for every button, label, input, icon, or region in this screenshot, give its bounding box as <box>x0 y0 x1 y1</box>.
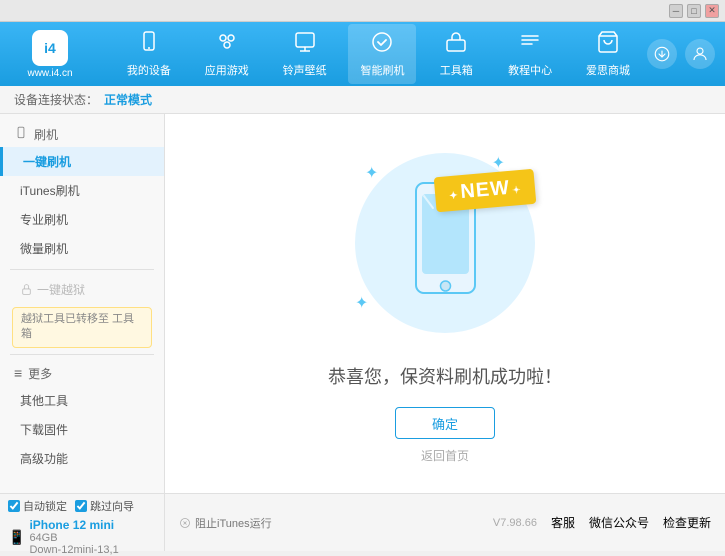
nav-shop-icon <box>596 30 620 60</box>
flash-section-label: 刷机 <box>34 126 58 143</box>
sidebar-divider-2 <box>10 354 154 355</box>
success-text: 恭喜您，保资料刷机成功啦！ <box>328 363 562 389</box>
device-phone-icon: 📱 <box>8 529 25 546</box>
nav-apps-label: 应用游戏 <box>205 62 249 78</box>
skip-wizard-label: 跳过向导 <box>90 498 134 514</box>
user-button[interactable] <box>685 39 715 69</box>
sidebar-section-more: ≡ 更多 <box>0 361 164 386</box>
nav-my-device[interactable]: 我的设备 <box>115 24 183 84</box>
sidebar-section-jailbreak: 一键越狱 <box>0 276 164 303</box>
nav-toolbox-icon <box>444 30 468 60</box>
sidebar-item-itunes-flash[interactable]: iTunes刷机 <box>0 176 164 205</box>
sparkle-1: ✦ <box>365 163 378 183</box>
minimize-button[interactable]: ─ <box>669 4 683 18</box>
download-button[interactable] <box>647 39 677 69</box>
logo-icon: i4 <box>32 30 68 66</box>
nav-shop-label: 爱思商城 <box>586 62 630 78</box>
nav-toolbox-label: 工具箱 <box>440 62 473 78</box>
sidebar-item-advanced[interactable]: 高级功能 <box>0 444 164 473</box>
auto-connect-label: 自动锁定 <box>23 498 67 514</box>
close-button[interactable]: ✕ <box>705 4 719 18</box>
top-nav: i4 www.i4.cn 我的设备 应用游戏 铃声壁纸 智能刷机 <box>0 22 725 86</box>
sidebar-item-one-click-flash[interactable]: 一键刷机 <box>0 147 164 176</box>
confirm-button[interactable]: 确定 <box>395 407 495 439</box>
status-value: 正常模式 <box>104 91 152 108</box>
nav-toolbox[interactable]: 工具箱 <box>426 24 486 84</box>
nav-tutorials[interactable]: 教程中心 <box>496 24 564 84</box>
window-controls[interactable]: ─ □ ✕ <box>669 4 719 18</box>
sidebar-divider-1 <box>10 269 154 270</box>
jailbreak-label: 一键越狱 <box>37 281 85 298</box>
more-section-icon: ≡ <box>14 365 22 381</box>
nav-right <box>647 39 715 69</box>
skip-wizard-input[interactable] <box>75 500 87 512</box>
nav-smart-flash-icon <box>370 30 394 60</box>
nav-my-device-icon <box>137 30 161 60</box>
title-bar: ─ □ ✕ <box>0 0 725 22</box>
sidebar-item-pro-flash[interactable]: 专业刷机 <box>0 205 164 234</box>
device-row: 📱 iPhone 12 mini 64GB Down-12mini-13,1 <box>8 518 156 556</box>
sparkle-3: ✦ <box>355 293 368 313</box>
status-label: 设备连接状态： <box>14 91 98 108</box>
sidebar-item-download-firmware[interactable]: 下载固件 <box>0 415 164 444</box>
nav-my-device-label: 我的设备 <box>127 62 171 78</box>
nav-tutorials-icon <box>518 30 542 60</box>
auto-connect-checkbox[interactable]: 自动锁定 <box>8 498 67 514</box>
nav-apps-icon <box>215 30 239 60</box>
nav-apps-games[interactable]: 应用游戏 <box>193 24 261 84</box>
nav-tutorials-label: 教程中心 <box>508 62 552 78</box>
content-area: ✦ ✦ ✦ NEW <box>165 114 725 493</box>
nav-ringtones[interactable]: 铃声壁纸 <box>271 24 339 84</box>
device-model: Down-12mini-13,1 <box>29 544 118 556</box>
nav-ringtones-label: 铃声壁纸 <box>283 62 327 78</box>
sparkle-2: ✦ <box>492 153 505 173</box>
sidebar: 刷机 一键刷机 iTunes刷机 专业刷机 微量刷机 一键越狱 越狱工具已转移至… <box>0 114 165 493</box>
back-link[interactable]: 返回首页 <box>421 447 469 464</box>
checkboxes-area: 自动锁定 跳过向导 <box>8 498 156 514</box>
skip-wizard-checkbox[interactable]: 跳过向导 <box>75 498 134 514</box>
auto-connect-input[interactable] <box>8 500 20 512</box>
device-name: iPhone 12 mini <box>29 518 118 532</box>
more-section-label: 更多 <box>28 365 52 382</box>
nav-smart-flash[interactable]: 智能刷机 <box>348 24 416 84</box>
maximize-button[interactable]: □ <box>687 4 701 18</box>
sidebar-item-other-tools[interactable]: 其他工具 <box>0 386 164 415</box>
logo-text: www.i4.cn <box>27 68 72 79</box>
sidebar-item-fix-flash[interactable]: 微量刷机 <box>0 234 164 263</box>
device-storage: 64GB <box>29 532 118 544</box>
nav-smart-flash-label: 智能刷机 <box>360 62 404 78</box>
nav-ringtones-icon <box>293 30 317 60</box>
main-area: 刷机 一键刷机 iTunes刷机 专业刷机 微量刷机 一键越狱 越狱工具已转移至… <box>0 114 725 493</box>
nav-items: 我的设备 应用游戏 铃声壁纸 智能刷机 工具箱 <box>110 24 647 84</box>
sidebar-notice: 越狱工具已转移至 工具箱 <box>12 307 152 348</box>
nav-shop[interactable]: 爱思商城 <box>574 24 642 84</box>
sidebar-section-flash: 刷机 <box>0 122 164 147</box>
success-illustration: ✦ ✦ ✦ NEW <box>345 143 545 343</box>
bottom-bar: 自动锁定 跳过向导 📱 iPhone 12 mini 64GB Down-12m… <box>0 493 725 551</box>
flash-section-icon <box>14 126 28 143</box>
logo[interactable]: i4 www.i4.cn <box>10 30 90 79</box>
status-bar: 设备连接状态： 正常模式 <box>0 86 725 114</box>
